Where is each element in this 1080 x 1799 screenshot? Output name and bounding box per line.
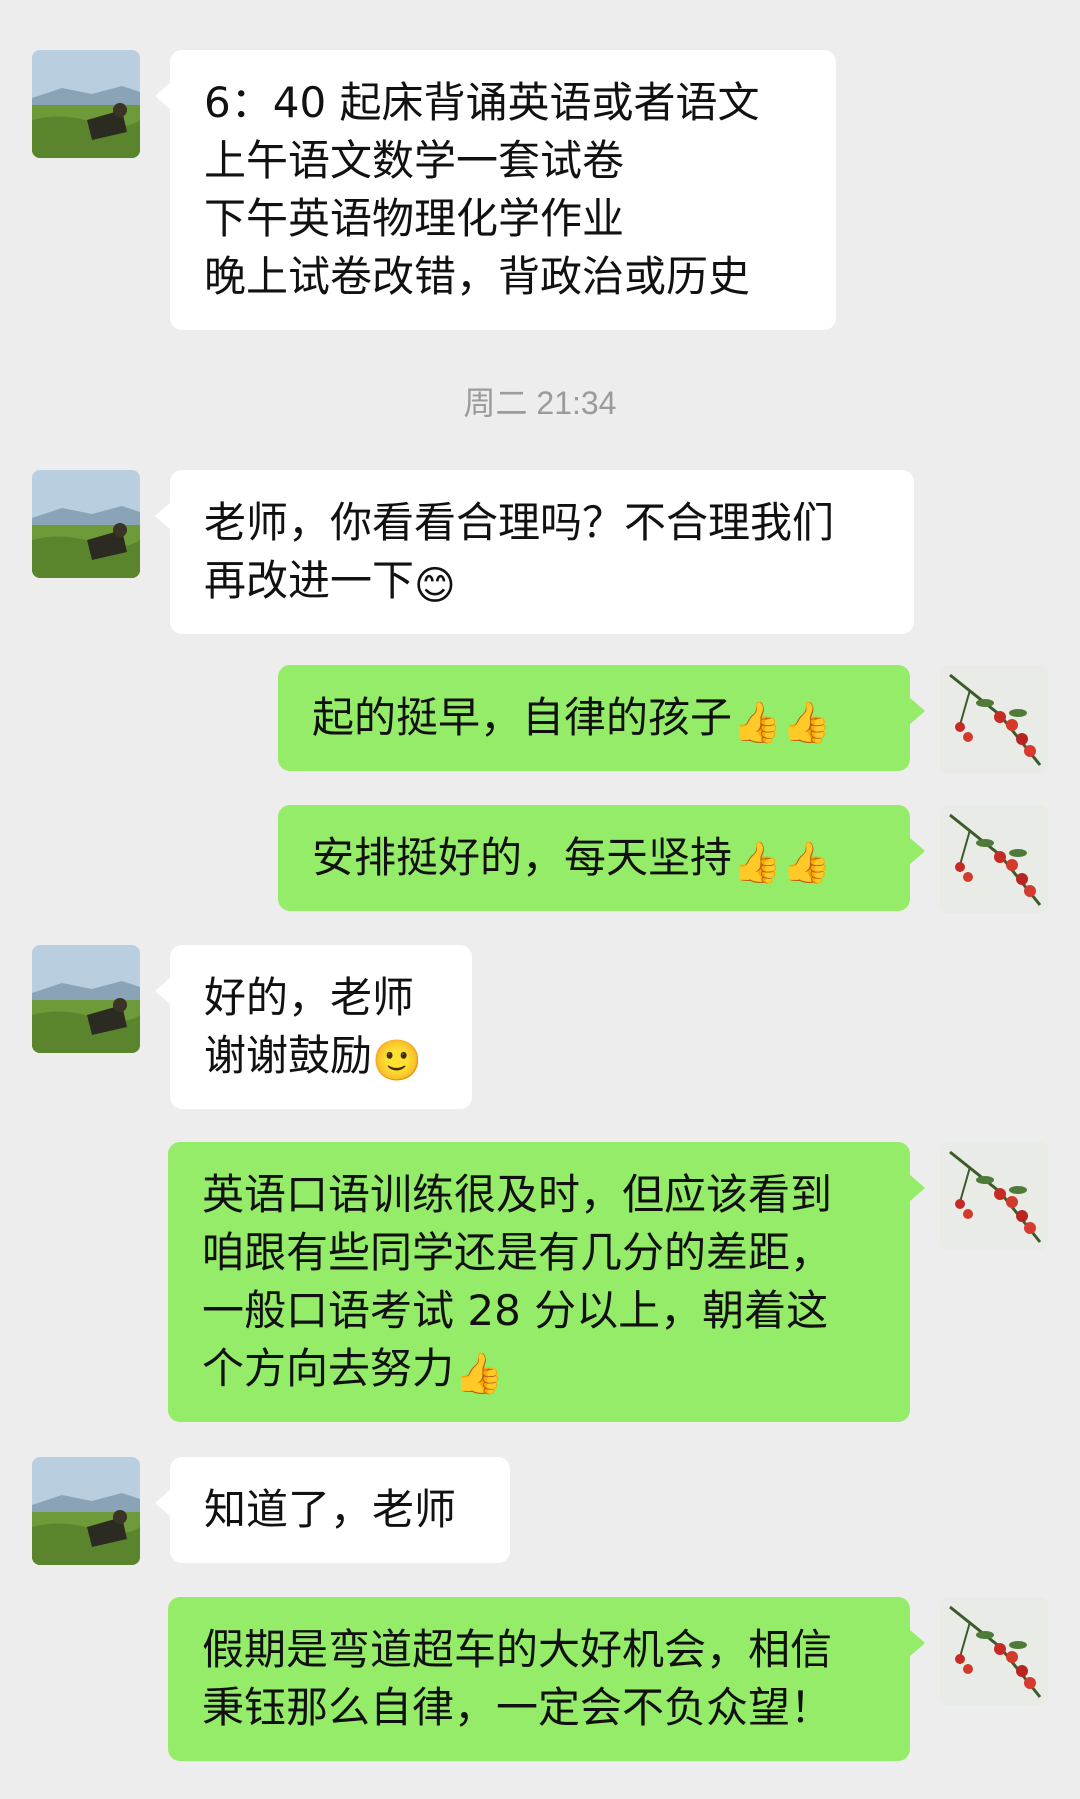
landscape-avatar-icon xyxy=(32,1457,140,1565)
message-line: 英语口语训练很及时，但应该看到 xyxy=(202,1170,833,1219)
message-bubble-outgoing[interactable]: 假期是弯道超车的大好机会，相信 秉钰那么自律，一定会不负众望！ xyxy=(168,1597,925,1761)
tomato-branch-avatar-icon xyxy=(940,1597,1048,1705)
message-timestamp: 周二 21:34 xyxy=(463,385,617,421)
my-avatar[interactable] xyxy=(940,1597,1048,1705)
message-line: 老师，你看看合理吗？不合理我们 xyxy=(204,498,835,547)
message-bubble-incoming[interactable]: 好的，老师 谢谢鼓励🙂 xyxy=(155,945,472,1109)
message-bubble-outgoing[interactable]: 英语口语训练很及时，但应该看到 咱跟有些同学还是有几分的差距， 一般口语考试 2… xyxy=(168,1142,925,1422)
contact-avatar[interactable] xyxy=(32,50,140,158)
shy-emoji-icon: 🙂 xyxy=(372,1038,422,1084)
landscape-avatar-icon xyxy=(32,470,140,578)
message-line: 好的，老师 xyxy=(204,973,415,1022)
message-bubble-outgoing[interactable]: 安排挺好的，每天坚持👍👍 xyxy=(278,805,925,911)
message-line: 安排挺好的，每天坚持👍👍 xyxy=(312,833,832,886)
my-avatar[interactable] xyxy=(940,805,1048,913)
message-bubble-incoming[interactable]: 6：40 起床背诵英语或者语文 上午语文数学一套试卷 下午英语物理化学作业 晚上… xyxy=(155,50,836,330)
message-bubble-incoming[interactable]: 老师，你看看合理吗？不合理我们 再改进一下😊 xyxy=(155,470,914,634)
message-bubble-outgoing[interactable]: 起的挺早，自律的孩子👍👍 xyxy=(278,665,925,771)
message-line: 上午语文数学一套试卷 xyxy=(204,136,625,185)
message-line: 假期是弯道超车的大好机会，相信 xyxy=(202,1625,833,1674)
message-bubble-incoming[interactable]: 知道了，老师 xyxy=(155,1457,510,1563)
message-line: 知道了，老师 xyxy=(204,1485,457,1534)
message-line: 下午英语物理化学作业 xyxy=(204,194,625,243)
contact-avatar[interactable] xyxy=(32,470,140,578)
landscape-avatar-icon xyxy=(32,50,140,158)
message-line: 再改进一下😊 xyxy=(204,556,456,609)
contact-avatar[interactable] xyxy=(32,1457,140,1565)
thumbs-up-icon: 👍 xyxy=(732,840,782,886)
contact-avatar[interactable] xyxy=(32,945,140,1053)
thumbs-up-icon: 👍 xyxy=(781,840,832,886)
message-line: 谢谢鼓励🙂 xyxy=(204,1031,422,1084)
message-line: 个方向去努力👍 xyxy=(202,1344,504,1397)
chat-window: 6：40 起床背诵英语或者语文 上午语文数学一套试卷 下午英语物理化学作业 晚上… xyxy=(0,0,1080,1799)
thumbs-up-icon: 👍 xyxy=(454,1351,504,1397)
message-line: 起的挺早，自律的孩子👍👍 xyxy=(312,693,832,746)
thumbs-up-icon: 👍 xyxy=(732,700,782,746)
message-line: 咱跟有些同学还是有几分的差距， xyxy=(202,1228,833,1277)
message-line: 秉钰那么自律，一定会不负众望！ xyxy=(202,1683,833,1732)
message-line: 一般口语考试 28 分以上，朝着这 xyxy=(202,1286,829,1335)
message-line: 6：40 起床背诵英语或者语文 xyxy=(204,78,760,127)
tomato-branch-avatar-icon xyxy=(940,665,1048,773)
smile-emoji-icon: 😊 xyxy=(414,563,456,609)
message-line: 晚上试卷改错，背政治或历史 xyxy=(204,252,751,301)
thumbs-up-icon: 👍 xyxy=(781,700,832,746)
tomato-branch-avatar-icon xyxy=(940,1142,1048,1250)
tomato-branch-avatar-icon xyxy=(940,805,1048,913)
landscape-avatar-icon xyxy=(32,945,140,1053)
my-avatar[interactable] xyxy=(940,665,1048,773)
my-avatar[interactable] xyxy=(940,1142,1048,1250)
